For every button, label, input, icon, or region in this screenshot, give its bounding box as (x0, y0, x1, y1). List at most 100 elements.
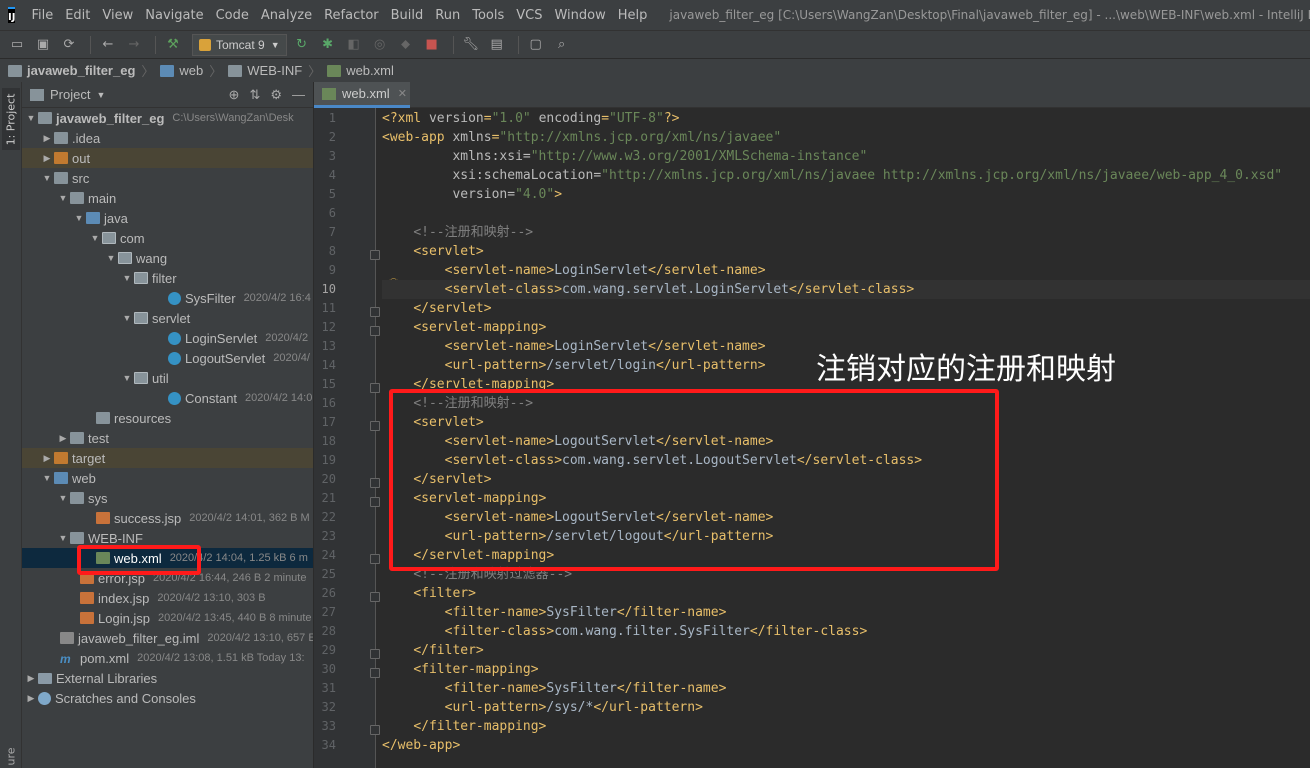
tree-row-login-jsp[interactable]: Login.jsp 2020/4/2 13:45, 440 B 8 minute (22, 608, 313, 628)
open-folder-icon[interactable]: ▭ (6, 34, 28, 56)
fold-marker-icon[interactable] (370, 592, 380, 602)
save-all-icon[interactable]: ▣ (32, 34, 54, 56)
code-line[interactable]: <?xml version="1.0" encoding="UTF-8"?> (382, 109, 679, 128)
fold-marker-icon[interactable] (370, 383, 380, 393)
tree-row-index-jsp[interactable]: index.jsp 2020/4/2 13:10, 303 B (22, 588, 313, 608)
tree-row-filter[interactable]: ▼ filter (22, 268, 313, 288)
collapse-arrow-icon[interactable]: ▶ (24, 693, 38, 704)
expand-arrow-icon[interactable]: ▼ (56, 533, 70, 543)
coverage-icon[interactable]: ◧ (343, 34, 365, 56)
fold-marker-icon[interactable] (370, 668, 380, 678)
expand-arrow-icon[interactable]: ▼ (40, 173, 54, 183)
tree-row-src[interactable]: ▼ src (22, 168, 313, 188)
code-line[interactable]: version="4.0"> (382, 185, 562, 204)
tree-row-web[interactable]: ▼ web (22, 468, 313, 488)
tree-row-iml[interactable]: javaweb_filter_eg.iml 2020/4/2 13:10, 657… (22, 628, 313, 648)
menu-navigate[interactable]: Navigate (139, 8, 209, 23)
tree-row-main[interactable]: ▼ main (22, 188, 313, 208)
code-line[interactable]: <servlet-name>LoginServlet</servlet-name… (382, 261, 766, 280)
menu-file[interactable]: File (25, 8, 59, 23)
expand-arrow-icon[interactable]: ▼ (24, 113, 38, 123)
tree-row-external-libraries[interactable]: ▶ External Libraries (22, 668, 313, 688)
close-icon[interactable]: ✕ (398, 87, 407, 100)
tree-row-servlet[interactable]: ▼ servlet (22, 308, 313, 328)
search-icon[interactable]: ⌕ (551, 34, 573, 56)
forward-icon[interactable]: → (123, 34, 145, 56)
tree-row-idea[interactable]: ▶ .idea (22, 128, 313, 148)
tree-row-test[interactable]: ▶ test (22, 428, 313, 448)
fold-marker-icon[interactable] (370, 478, 380, 488)
code-line[interactable]: <filter-mapping> (382, 660, 538, 679)
code-line[interactable]: xsi:schemaLocation="http://xmlns.jcp.org… (382, 166, 1282, 185)
expand-arrow-icon[interactable]: ▼ (56, 493, 70, 503)
code-line[interactable]: </web-app> (382, 736, 460, 755)
tree-row-resources[interactable]: resources (22, 408, 313, 428)
code-line[interactable]: <!--注册和映射--> (382, 223, 533, 242)
tree-row-loginservlet[interactable]: LoginServlet 2020/4/2 (22, 328, 313, 348)
project-structure-icon[interactable]: ▤ (486, 34, 508, 56)
code-line[interactable]: <filter> (382, 584, 476, 603)
code-line[interactable]: <filter-class>com.wang.filter.SysFilter<… (382, 622, 868, 641)
project-tool-window-tab[interactable]: 1: Project (2, 88, 20, 150)
expand-arrow-icon[interactable]: ▼ (88, 233, 102, 243)
project-panel-title[interactable]: Project (50, 87, 90, 102)
fold-marker-icon[interactable] (370, 307, 380, 317)
tree-row-com[interactable]: ▼ com (22, 228, 313, 248)
tree-row-wang[interactable]: ▼ wang (22, 248, 313, 268)
rerun-icon[interactable]: ↻ (291, 34, 313, 56)
menu-refactor[interactable]: Refactor (318, 8, 385, 23)
menu-code[interactable]: Code (210, 8, 255, 23)
collapse-arrow-icon[interactable]: ▶ (24, 673, 38, 684)
menu-window[interactable]: Window (548, 8, 611, 23)
menu-edit[interactable]: Edit (59, 8, 96, 23)
hide-panel-icon[interactable]: — (292, 87, 305, 103)
code-line[interactable]: <url-pattern>/servlet/login</url-pattern… (382, 356, 766, 375)
stop-icon[interactable]: ■ (421, 34, 443, 56)
locate-target-icon[interactable]: ⊕ (229, 87, 240, 103)
code-line[interactable]: <servlet> (382, 242, 483, 261)
breadcrumb-web[interactable]: web (160, 63, 203, 78)
breadcrumb-web-xml[interactable]: web.xml (327, 63, 394, 78)
back-icon[interactable]: ← (97, 34, 119, 56)
breadcrumb-web-inf[interactable]: WEB-INF (228, 63, 302, 78)
tree-row-scratches[interactable]: ▶ Scratches and Consoles (22, 688, 313, 708)
tree-row-target[interactable]: ▶ target (22, 448, 313, 468)
tree-row-java[interactable]: ▼ java (22, 208, 313, 228)
terminal-icon[interactable]: ▢ (525, 34, 547, 56)
code-line[interactable]: </servlet> (382, 299, 491, 318)
expand-arrow-icon[interactable]: ▼ (104, 253, 118, 263)
collapse-arrow-icon[interactable]: ▶ (56, 433, 70, 444)
menu-run[interactable]: Run (429, 8, 466, 23)
tree-row-sysfilter[interactable]: SysFilter 2020/4/2 16:4 (22, 288, 313, 308)
fold-marker-icon[interactable] (370, 250, 380, 260)
menu-build[interactable]: Build (385, 8, 430, 23)
expand-arrow-icon[interactable]: ▼ (120, 313, 134, 323)
gear-icon[interactable]: ⚙ (270, 87, 282, 103)
menu-help[interactable]: Help (612, 8, 654, 23)
attach-debugger-icon[interactable]: ⬥ (395, 34, 417, 56)
expand-arrow-icon[interactable]: ▼ (72, 213, 86, 223)
chevron-down-icon[interactable]: ▼ (96, 90, 105, 100)
collapse-arrow-icon[interactable]: ▶ (40, 133, 54, 144)
tree-row-pom-xml[interactable]: m pom.xml 2020/4/2 13:08, 1.51 kB Today 13… (22, 648, 313, 668)
code-line[interactable]: </filter> (382, 641, 483, 660)
profile-icon[interactable]: ◎ (369, 34, 391, 56)
expand-arrow-icon[interactable]: ▼ (40, 473, 54, 483)
sync-icon[interactable]: ⟳ (58, 34, 80, 56)
code-line[interactable]: <filter-name>SysFilter</filter-name> (382, 603, 727, 622)
tree-row-sys[interactable]: ▼ sys (22, 488, 313, 508)
tree-row-logoutservlet[interactable]: LogoutServlet 2020/4/ (22, 348, 313, 368)
fold-marker-icon[interactable] (370, 421, 380, 431)
tree-row-util[interactable]: ▼ util (22, 368, 313, 388)
fold-marker-icon[interactable] (370, 725, 380, 735)
menu-view[interactable]: View (96, 8, 139, 23)
tab-web-xml[interactable]: web.xml ✕ (314, 82, 410, 108)
menu-vcs[interactable]: VCS (510, 8, 548, 23)
fold-marker-icon[interactable] (370, 326, 380, 336)
structure-tool-window-tab[interactable]: ure (2, 744, 20, 768)
collapse-arrow-icon[interactable]: ▶ (40, 153, 54, 164)
fold-marker-icon[interactable] (370, 554, 380, 564)
code-line[interactable]: </filter-mapping> (382, 717, 546, 736)
expand-arrow-icon[interactable]: ▼ (120, 273, 134, 283)
code-line[interactable]: <url-pattern>/sys/*</url-pattern> (382, 698, 703, 717)
